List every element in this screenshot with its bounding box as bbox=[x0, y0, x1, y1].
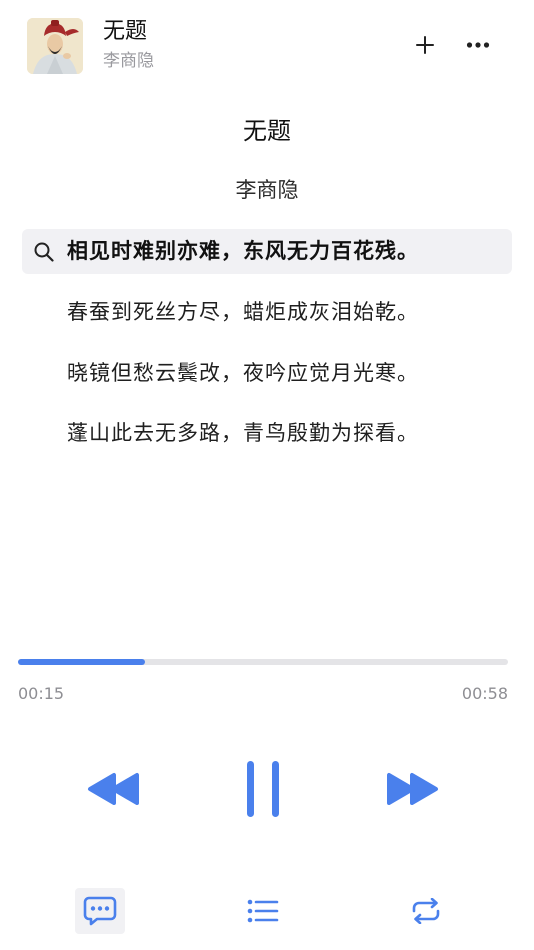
total-time: 00:58 bbox=[461, 684, 508, 703]
pause-icon bbox=[247, 761, 279, 817]
more-icon bbox=[466, 42, 490, 48]
song-artist: 李商隐 bbox=[103, 51, 154, 71]
playlist-icon bbox=[247, 899, 279, 923]
progress-fill bbox=[18, 659, 146, 665]
tab-repeat[interactable] bbox=[401, 888, 451, 934]
progress-slider[interactable] bbox=[18, 659, 508, 665]
rewind-icon bbox=[88, 773, 139, 805]
pause-button[interactable] bbox=[240, 758, 286, 820]
lyrics-icon bbox=[83, 896, 117, 926]
lyric-line-current[interactable]: 相见时难别亦难，东风无力百花残。 bbox=[67, 236, 419, 266]
tab-playlist[interactable] bbox=[238, 888, 288, 934]
rewind-button[interactable] bbox=[86, 768, 142, 810]
poet-portrait-image bbox=[27, 18, 83, 74]
repeat-icon bbox=[412, 898, 440, 924]
poem-author: 李商隐 bbox=[235, 178, 299, 202]
fast-forward-button[interactable] bbox=[384, 768, 440, 810]
plus-icon bbox=[416, 36, 434, 54]
header: 无题 李商隐 bbox=[0, 0, 534, 92]
elapsed-time: 00:15 bbox=[18, 684, 65, 703]
song-title: 无题 bbox=[103, 19, 148, 44]
search-icon[interactable] bbox=[32, 240, 56, 264]
add-button[interactable] bbox=[410, 30, 440, 60]
tab-lyrics[interactable] bbox=[75, 888, 125, 934]
lyric-line[interactable]: 蓬山此去无多路，青鸟殷勤为探看。 bbox=[67, 418, 419, 448]
fast-forward-icon bbox=[387, 773, 438, 805]
poem-title: 无题 bbox=[243, 117, 291, 145]
more-button[interactable] bbox=[461, 30, 495, 60]
poet-portrait-icon bbox=[27, 18, 83, 74]
lyric-line[interactable]: 晓镜但愁云鬓改，夜吟应觉月光寒。 bbox=[67, 358, 419, 388]
lyric-line[interactable]: 春蚕到死丝方尽，蜡炬成灰泪始乾。 bbox=[67, 297, 419, 327]
